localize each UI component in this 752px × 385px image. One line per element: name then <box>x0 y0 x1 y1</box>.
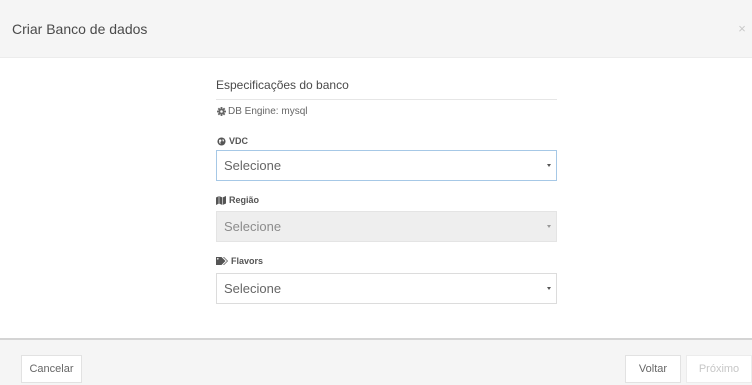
flavors-select-value: Selecione <box>224 281 282 296</box>
db-engine-text: DB Engine: mysql <box>228 106 308 117</box>
chevron-down-icon <box>547 164 551 167</box>
region-label-text: Região <box>229 195 260 205</box>
cancel-button[interactable]: Cancelar <box>21 355 82 383</box>
vdc-label: VDC <box>216 136 248 146</box>
vdc-select[interactable]: Selecione <box>216 150 557 181</box>
gear-icon <box>216 107 226 117</box>
chevron-down-icon <box>547 287 551 290</box>
vdc-label-text: VDC <box>229 136 249 146</box>
flavors-select[interactable]: Selecione <box>216 273 557 304</box>
globe-icon <box>216 136 226 146</box>
section-title: Especificações do banco <box>216 78 349 92</box>
flavors-label: Flavors <box>216 256 263 266</box>
map-icon <box>216 195 226 205</box>
modal-title: Criar Banco de dados <box>12 21 148 37</box>
region-select-value: Selecione <box>224 219 282 234</box>
db-engine-info: DB Engine: mysql <box>216 106 307 117</box>
flavors-label-text: Flavors <box>231 256 264 266</box>
section-divider <box>216 99 557 100</box>
next-button[interactable]: Próximo <box>686 355 752 383</box>
create-database-modal: Criar Banco de dados × Especificações do… <box>0 0 752 385</box>
modal-header: Criar Banco de dados × <box>0 0 752 58</box>
chevron-down-icon <box>547 225 551 228</box>
region-label: Região <box>216 195 259 205</box>
tags-icon <box>216 256 228 266</box>
back-button[interactable]: Voltar <box>625 355 681 383</box>
vdc-select-value: Selecione <box>224 158 282 173</box>
close-button[interactable]: × <box>736 22 748 36</box>
modal-footer: Cancelar Voltar Próximo <box>0 338 752 385</box>
region-select[interactable]: Selecione <box>216 211 557 242</box>
